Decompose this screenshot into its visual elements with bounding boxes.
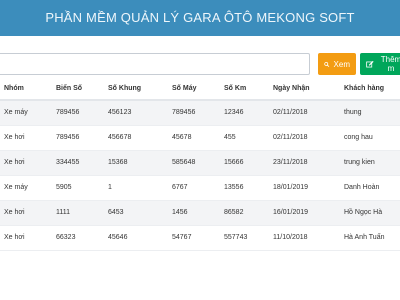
column-header[interactable]: Biển Số <box>52 78 104 101</box>
table-cell: 789456 <box>56 109 80 117</box>
table-cell: 789456 <box>56 134 80 141</box>
table-cell: 456678 <box>108 134 132 141</box>
column-header[interactable]: Nhóm <box>0 78 52 101</box>
table-cell: 1111 <box>56 209 71 216</box>
table-cell: 1 <box>108 184 112 191</box>
table-cell: 45678 <box>172 134 192 141</box>
search-icon <box>324 61 330 67</box>
table-cell: 13556 <box>224 184 244 191</box>
add-button[interactable]: Thêm m <box>360 53 400 75</box>
table-cell: Xe máy <box>4 184 28 191</box>
table-cell: 66323 <box>56 234 76 241</box>
add-button-label: Thêm m <box>380 55 400 73</box>
table-cell: Xe máy <box>4 109 28 117</box>
table-cell: 12346 <box>224 109 244 117</box>
table-cell: cong hau <box>344 134 373 141</box>
table-row[interactable]: Xe hơi 334455 15368 585648 15666 23/11/2… <box>0 150 400 175</box>
table-row[interactable]: Xe hơi 1111 6453 1456 86582 16/01/2019 H… <box>0 200 400 225</box>
table-cell: Danh Hoàn <box>344 184 380 191</box>
table-cell: 1456 <box>172 209 188 216</box>
column-header[interactable]: Số Máy <box>168 78 220 101</box>
search-input[interactable] <box>0 53 310 75</box>
column-header[interactable]: Khách hàng <box>340 78 400 101</box>
table-header-row: Nhóm Biển Số Số Khung Số Máy Số Km Ngày … <box>0 78 400 101</box>
table-cell: 54767 <box>172 234 192 241</box>
table-cell: Xe hơi <box>4 209 25 216</box>
app-window: PHẦN MỀM QUẢN LÝ GARA ÔTÔ MEKONG SOFT Xe… <box>0 0 400 300</box>
table-cell: Xe hơi <box>4 134 25 141</box>
table-row[interactable]: Xe máy 5905 1 6767 13556 18/01/2019 Danh… <box>0 175 400 200</box>
edit-icon <box>366 60 374 67</box>
table-cell: Xe hơi <box>4 159 25 166</box>
table-cell: 02/11/2018 <box>273 109 308 117</box>
column-header[interactable]: Ngày Nhận <box>269 78 340 101</box>
table-cell: 789456 <box>172 109 196 117</box>
column-header[interactable]: Số Khung <box>104 78 168 101</box>
table-cell: 16/01/2019 <box>273 209 309 216</box>
table-cell: 11/10/2018 <box>273 234 308 241</box>
app-title: PHẦN MỀM QUẢN LÝ GARA ÔTÔ MEKONG SOFT <box>0 0 400 36</box>
table-cell: 18/01/2019 <box>273 184 309 191</box>
table-cell: 456123 <box>108 109 132 117</box>
table-cell: 15368 <box>108 159 128 166</box>
table-cell: Hà Anh Tuấn <box>344 234 385 241</box>
vehicle-table: Nhóm Biển Số Số Khung Số Máy Số Km Ngày … <box>0 78 400 251</box>
table-cell: 455 <box>224 134 236 141</box>
table-cell: 6453 <box>108 209 124 216</box>
search-button[interactable]: Xem <box>318 53 356 75</box>
table-cell: 334455 <box>56 159 80 166</box>
table-row[interactable]: Xe máy 789456 456123 789456 12346 02/11/… <box>0 100 400 125</box>
table-cell: Hồ Ngọc Hà <box>344 209 383 216</box>
table-cell: thung <box>344 109 362 117</box>
table-cell: 5905 <box>56 184 72 191</box>
table-row[interactable]: Xe hơi 789456 456678 45678 455 02/11/201… <box>0 125 400 150</box>
table-cell: 02/11/2018 <box>273 134 308 141</box>
column-header[interactable]: Số Km <box>220 78 269 101</box>
table-cell: Xe hơi <box>4 234 25 241</box>
table-cell: 557743 <box>224 234 248 241</box>
table-cell: 15666 <box>224 159 244 166</box>
table-cell: 6767 <box>172 184 188 191</box>
table-cell: 585648 <box>172 159 196 166</box>
table-cell: 23/11/2018 <box>273 159 308 166</box>
table-row[interactable]: Xe hơi 66323 45646 54767 557743 11/10/20… <box>0 225 400 250</box>
table-cell: trung kien <box>344 159 375 166</box>
table-cell: 86582 <box>224 209 244 216</box>
search-button-label: Xem <box>333 59 350 69</box>
table-cell: 45646 <box>108 234 128 241</box>
